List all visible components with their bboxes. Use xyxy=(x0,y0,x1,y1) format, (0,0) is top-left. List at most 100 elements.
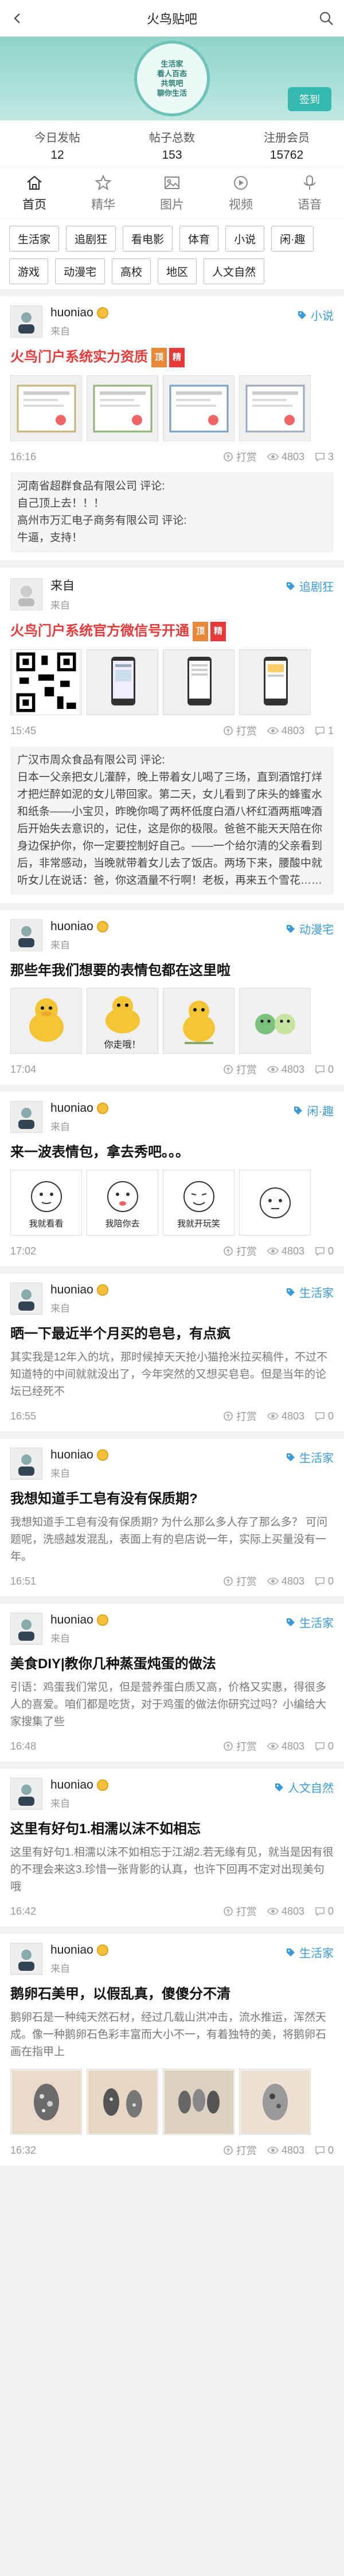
comment-count[interactable]: 0 xyxy=(315,1064,334,1076)
post-image[interactable]: 我就看看 xyxy=(10,1170,82,1236)
reward-button[interactable]: 打赏 xyxy=(223,1574,257,1589)
username[interactable]: huoniao xyxy=(50,306,108,320)
post-tag[interactable]: 人文自然 xyxy=(274,1779,334,1795)
post-image[interactable] xyxy=(239,649,311,715)
reward-button[interactable]: 打赏 xyxy=(223,1062,257,1077)
category-chip[interactable]: 人文自然 xyxy=(204,258,265,284)
tab-video[interactable]: 视频 xyxy=(206,167,275,218)
avatar[interactable] xyxy=(10,1101,42,1133)
category-chip[interactable]: 体育 xyxy=(179,226,219,252)
post-title[interactable]: 火鸟门户系统实力资质顶精 xyxy=(10,348,334,367)
comment-count[interactable]: 0 xyxy=(315,2144,334,2157)
post-tag[interactable]: 生活家 xyxy=(286,1944,334,1961)
post-tag[interactable]: 闲·趣 xyxy=(293,1102,334,1119)
category-chip[interactable]: 地区 xyxy=(158,258,197,284)
post-title[interactable]: 火鸟门户系统官方微信号开通顶精 xyxy=(10,622,334,641)
post-tag[interactable]: 追剧狂 xyxy=(286,578,334,594)
post-tag[interactable]: 生活家 xyxy=(286,1284,334,1300)
category-chip[interactable]: 闲·趣 xyxy=(271,226,314,252)
reward-button[interactable]: 打赏 xyxy=(223,1244,257,1258)
post-image[interactable] xyxy=(10,2069,82,2135)
post-image[interactable] xyxy=(163,2069,234,2135)
qr-code-image[interactable] xyxy=(10,649,82,715)
post-image[interactable] xyxy=(87,375,158,441)
post-card[interactable]: huoniao 来自 生活家 鹅卵石美甲，以假乱真，傻傻分不清 鹅卵石是一种纯天然… xyxy=(0,1934,344,2166)
post-image[interactable] xyxy=(87,2069,158,2135)
avatar[interactable] xyxy=(10,305,42,338)
category-chip[interactable]: 追剧狂 xyxy=(66,226,116,252)
post-card[interactable]: huoniao 来自 动漫宅 那些年我们想要的表情包都在这里啦 你走哦！ 17:0… xyxy=(0,910,344,1085)
username[interactable]: huoniao xyxy=(50,1448,108,1462)
post-image[interactable] xyxy=(239,2069,311,2135)
comment-count[interactable]: 1 xyxy=(315,725,334,737)
post-card[interactable]: huoniao 来自 生活家 美食DIY|教你几种蒸蛋炖蛋的做法 引语：鸡蛋我们常… xyxy=(0,1603,344,1762)
tab-images[interactable]: 图片 xyxy=(138,167,206,218)
username[interactable]: 来自 xyxy=(50,577,75,594)
reward-button[interactable]: 打赏 xyxy=(223,723,257,738)
username[interactable]: huoniao xyxy=(50,1613,108,1627)
avatar[interactable] xyxy=(10,1943,42,1975)
post-tag[interactable]: 动漫宅 xyxy=(286,920,334,937)
comment-count[interactable]: 0 xyxy=(315,1905,334,1918)
category-chip[interactable]: 小说 xyxy=(225,226,265,252)
post-tag[interactable]: 生活家 xyxy=(286,1449,334,1465)
tab-voice[interactable]: 语音 xyxy=(275,167,344,218)
post-image[interactable] xyxy=(163,649,234,715)
post-image[interactable] xyxy=(239,988,311,1054)
tab-home[interactable]: 首页 xyxy=(0,167,69,218)
post-image[interactable] xyxy=(163,988,234,1054)
post-title[interactable]: 那些年我们想要的表情包都在这里啦 xyxy=(10,962,334,980)
post-image[interactable] xyxy=(163,375,234,441)
post-card[interactable]: huoniao 来自 生活家 我想知道手工皂有没有保质期? 我想知道手工皂有没有保… xyxy=(0,1438,344,1597)
post-image[interactable] xyxy=(239,375,311,441)
post-tag[interactable]: 小说 xyxy=(297,307,334,323)
reward-button[interactable]: 打赏 xyxy=(223,1409,257,1424)
post-title[interactable]: 这里有好句1.相濡以沫不如相忘 xyxy=(10,1820,334,1838)
avatar[interactable] xyxy=(10,1778,42,1810)
post-image[interactable] xyxy=(87,649,158,715)
comment-count[interactable]: 0 xyxy=(315,1740,334,1752)
reward-button[interactable]: 打赏 xyxy=(223,449,257,464)
username[interactable]: huoniao xyxy=(50,920,108,934)
category-chip[interactable]: 生活家 xyxy=(9,226,60,252)
comment-count[interactable]: 0 xyxy=(315,1245,334,1257)
avatar[interactable] xyxy=(10,1283,42,1315)
post-title[interactable]: 鹅卵石美甲，以假乱真，傻傻分不清 xyxy=(10,1985,334,2003)
post-card[interactable]: huoniao 来自 闲·趣 来一波表情包，拿去秀吧。。。 我就看看 我陪你去 我… xyxy=(0,1092,344,1267)
comment-count[interactable]: 0 xyxy=(315,1575,334,1587)
category-chip[interactable]: 游戏 xyxy=(9,258,49,284)
post-card[interactable]: huoniao 来自 人文自然 这里有好句1.相濡以沫不如相忘 这里有好句1.相濡… xyxy=(0,1769,344,1927)
tab-featured[interactable]: 精华 xyxy=(69,167,138,218)
post-title[interactable]: 来一波表情包，拿去秀吧。。。 xyxy=(10,1143,334,1162)
post-image[interactable] xyxy=(10,988,82,1054)
avatar[interactable] xyxy=(10,1613,42,1645)
category-chip[interactable]: 高校 xyxy=(112,258,151,284)
post-card[interactable]: 来自 来自 追剧狂 火鸟门户系统官方微信号开通顶精 15:45 打赏 4803 … xyxy=(0,567,344,903)
username[interactable]: huoniao xyxy=(50,1778,108,1792)
comment-count[interactable]: 3 xyxy=(315,451,334,463)
checkin-button[interactable]: 签到 xyxy=(288,87,331,111)
reward-button[interactable]: 打赏 xyxy=(223,1904,257,1919)
reward-button[interactable]: 打赏 xyxy=(223,2143,257,2158)
post-title[interactable]: 晒一下最近半个月买的皂皂，有点疯 xyxy=(10,1325,334,1343)
username[interactable]: huoniao xyxy=(50,1943,108,1957)
post-image[interactable]: 我陪你去 xyxy=(87,1170,158,1236)
post-card[interactable]: huoniao 来自 生活家 晒一下最近半个月买的皂皂，有点疯 其实我是12年入的… xyxy=(0,1273,344,1432)
post-image[interactable]: 我就开玩笑 xyxy=(163,1170,234,1236)
post-title[interactable]: 美食DIY|教你几种蒸蛋炖蛋的做法 xyxy=(10,1655,334,1673)
reward-button[interactable]: 打赏 xyxy=(223,1739,257,1754)
post-title[interactable]: 我想知道手工皂有没有保质期? xyxy=(10,1490,334,1508)
category-chip[interactable]: 动漫宅 xyxy=(55,258,105,284)
post-card[interactable]: huoniao 来自 小说 火鸟门户系统实力资质顶精 16:16 打赏 4803… xyxy=(0,296,344,560)
comment-count[interactable]: 0 xyxy=(315,1410,334,1422)
avatar[interactable] xyxy=(10,919,42,951)
avatar[interactable] xyxy=(10,1448,42,1480)
avatar[interactable] xyxy=(10,578,42,610)
search-icon[interactable] xyxy=(316,9,336,28)
username[interactable]: huoniao xyxy=(50,1101,108,1115)
post-image[interactable] xyxy=(239,1170,311,1236)
back-chevron-icon[interactable] xyxy=(8,9,28,28)
category-chip[interactable]: 看电影 xyxy=(123,226,173,252)
post-tag[interactable]: 生活家 xyxy=(286,1614,334,1630)
username[interactable]: huoniao xyxy=(50,1283,108,1297)
